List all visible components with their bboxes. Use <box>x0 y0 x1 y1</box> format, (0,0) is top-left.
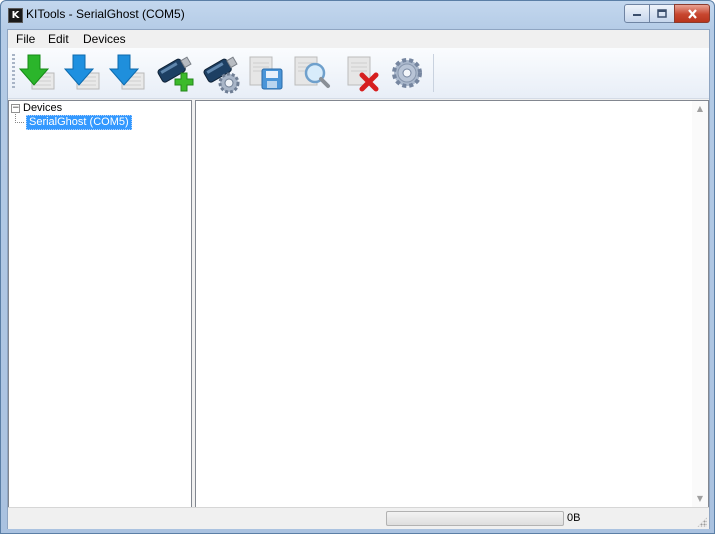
settings-button[interactable] <box>388 51 426 95</box>
menu-edit[interactable]: Edit <box>48 32 69 46</box>
maximize-icon <box>657 9 667 18</box>
delete-button[interactable] <box>344 51 382 95</box>
settings-gear-icon <box>392 58 422 88</box>
detail-pane[interactable]: ▲ ▼ <box>195 100 709 508</box>
close-icon <box>687 8 697 19</box>
device-settings-icon <box>203 56 240 94</box>
tree-node-label: Devices <box>23 102 63 114</box>
download-blue-alt-button[interactable] <box>108 51 146 95</box>
save-button[interactable] <box>246 51 284 95</box>
download-green-button[interactable] <box>18 51 56 95</box>
tree-connector-line <box>15 122 25 123</box>
toolbar <box>8 48 709 99</box>
toolbar-grip[interactable] <box>12 54 15 90</box>
status-bar: 0B <box>8 507 709 529</box>
menu-file[interactable]: File <box>16 32 35 46</box>
window-title: KITools - SerialGhost (COM5) <box>26 7 185 21</box>
vertical-scrollbar[interactable]: ▲ ▼ <box>692 101 708 507</box>
add-device-button[interactable] <box>155 51 194 95</box>
toolbar-separator <box>433 54 434 92</box>
close-button[interactable] <box>674 4 710 23</box>
progress-bar <box>386 511 564 526</box>
download-blue-button[interactable] <box>63 51 101 95</box>
maximize-button[interactable] <box>649 4 675 23</box>
minimize-button[interactable] <box>624 4 650 23</box>
device-tree[interactable]: − Devices SerialGhost (COM5) <box>8 100 192 508</box>
tree-node-serialghost[interactable]: SerialGhost (COM5) <box>26 115 132 130</box>
resize-grip-icon[interactable] <box>697 517 707 527</box>
client-area: File Edit Devices − Devices SerialGhost … <box>7 29 710 529</box>
add-device-icon <box>157 56 194 92</box>
delete-icon <box>347 56 379 92</box>
status-size-text: 0B <box>567 512 581 524</box>
search-button[interactable] <box>291 51 330 95</box>
device-settings-button[interactable] <box>201 51 240 95</box>
search-icon <box>294 56 330 88</box>
scroll-down-icon[interactable]: ▼ <box>692 491 708 507</box>
menu-bar: File Edit Devices <box>8 30 709 48</box>
download-green-icon <box>18 54 55 90</box>
app-window: K KITools - SerialGhost (COM5) File Edit… <box>0 0 715 534</box>
download-blue-alt-icon <box>108 54 145 90</box>
menu-devices[interactable]: Devices <box>83 32 126 46</box>
title-bar[interactable]: K KITools - SerialGhost (COM5) <box>1 1 714 29</box>
minimize-icon <box>633 13 641 16</box>
collapse-icon[interactable]: − <box>11 104 20 113</box>
app-icon[interactable]: K <box>8 8 23 23</box>
download-blue-icon <box>63 54 100 90</box>
save-icon <box>249 56 283 90</box>
scroll-up-icon[interactable]: ▲ <box>692 101 708 117</box>
